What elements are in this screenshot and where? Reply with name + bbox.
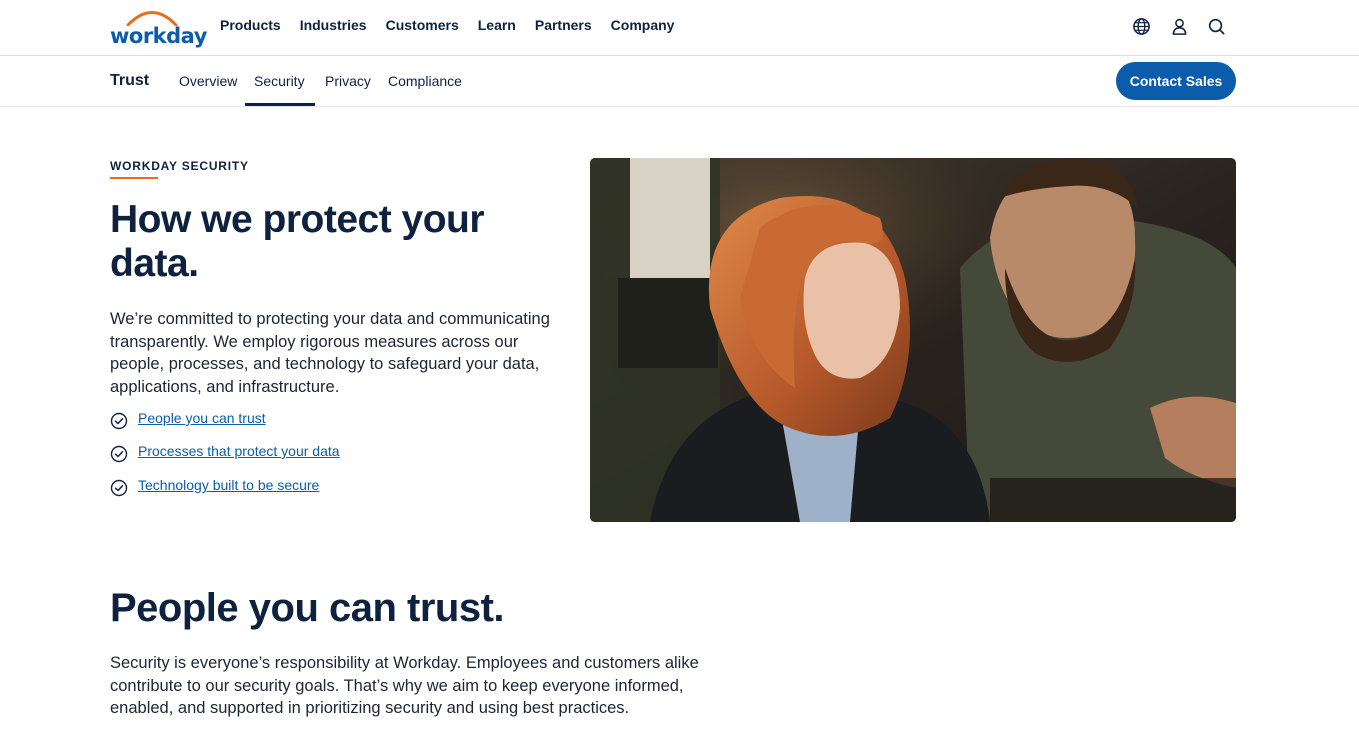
link-people-you-can-trust[interactable]: People you can trust — [138, 410, 266, 426]
tab-compliance[interactable]: Compliance — [388, 73, 462, 89]
subnav-title[interactable]: Trust — [110, 72, 149, 90]
sub-navigation: Trust Overview Security Privacy Complian… — [0, 56, 1359, 107]
menu-item-industries[interactable]: Industries — [300, 17, 367, 33]
contact-sales-button[interactable]: Contact Sales — [1116, 62, 1236, 100]
check-circle-icon — [110, 445, 128, 463]
hero-title: How we protect your data. — [110, 198, 485, 285]
search-icon[interactable] — [1207, 17, 1227, 37]
user-icon[interactable] — [1170, 17, 1190, 37]
tab-overview[interactable]: Overview — [179, 73, 237, 89]
main-menu: Products Industries Customers Learn Part… — [220, 17, 674, 33]
tab-security[interactable]: Security — [254, 73, 305, 89]
section-description: Security is everyone’s responsibility at… — [110, 654, 699, 717]
eyebrow-label: WORKDAY SECURITY — [110, 159, 249, 173]
tab-privacy[interactable]: Privacy — [325, 73, 371, 89]
check-circle-icon — [110, 479, 128, 497]
top-navigation: workday Products Industries Customers Le… — [0, 0, 1359, 56]
logo-wordmark: workday — [110, 24, 207, 48]
link-technology-built-secure[interactable]: Technology built to be secure — [138, 477, 319, 493]
globe-icon[interactable] — [1132, 17, 1152, 37]
active-tab-indicator — [245, 103, 315, 106]
menu-item-products[interactable]: Products — [220, 17, 281, 33]
menu-item-learn[interactable]: Learn — [478, 17, 516, 33]
menu-item-partners[interactable]: Partners — [535, 17, 592, 33]
menu-item-customers[interactable]: Customers — [386, 17, 459, 33]
hero-photo — [590, 158, 1236, 522]
hero-description: We’re committed to protecting your data … — [110, 310, 550, 396]
link-processes-that-protect[interactable]: Processes that protect your data — [138, 443, 340, 459]
workday-logo[interactable]: workday — [110, 8, 207, 48]
menu-item-company[interactable]: Company — [611, 17, 675, 33]
eyebrow-divider — [110, 177, 158, 179]
section-title: People you can trust. — [110, 586, 505, 630]
check-circle-icon — [110, 412, 128, 430]
